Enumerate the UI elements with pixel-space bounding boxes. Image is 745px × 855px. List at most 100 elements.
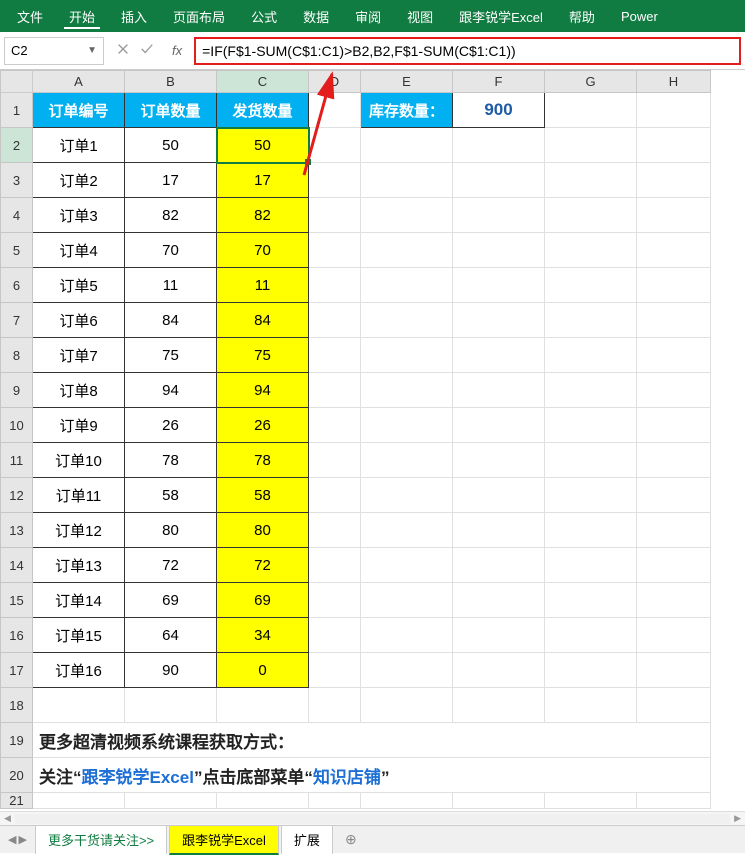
cell-H18[interactable]	[637, 688, 711, 723]
cell-E11[interactable]	[361, 443, 453, 478]
cell-H2[interactable]	[637, 128, 711, 163]
cell-G11[interactable]	[545, 443, 637, 478]
cell-B16[interactable]: 64	[125, 618, 217, 653]
cell-F7[interactable]	[453, 303, 545, 338]
row-header-8[interactable]: 8	[1, 338, 33, 373]
cell-G3[interactable]	[545, 163, 637, 198]
cell-B3[interactable]: 17	[125, 163, 217, 198]
cell-B10[interactable]: 26	[125, 408, 217, 443]
cell-D7[interactable]	[309, 303, 361, 338]
cell-D6[interactable]	[309, 268, 361, 303]
cell-C17[interactable]: 0	[217, 653, 309, 688]
sheet-tab-0[interactable]: 更多干货请关注>>	[35, 825, 167, 854]
add-sheet-icon[interactable]: ⊕	[335, 831, 367, 848]
cell-C4[interactable]: 82	[217, 198, 309, 233]
cell-C7[interactable]: 84	[217, 303, 309, 338]
column-header-A[interactable]: A	[33, 71, 125, 93]
cell-E4[interactable]	[361, 198, 453, 233]
scroll-right-icon[interactable]: ▶	[730, 813, 745, 824]
cell-G10[interactable]	[545, 408, 637, 443]
cell-F12[interactable]	[453, 478, 545, 513]
row-header-18[interactable]: 18	[1, 688, 33, 723]
cell-H1[interactable]	[637, 93, 711, 128]
name-box[interactable]: C2 ▼	[4, 37, 104, 65]
cell-E2[interactable]	[361, 128, 453, 163]
cell-E17[interactable]	[361, 653, 453, 688]
cell-F2[interactable]	[453, 128, 545, 163]
cell-E18[interactable]	[361, 688, 453, 723]
cell-H6[interactable]	[637, 268, 711, 303]
row-header-11[interactable]: 11	[1, 443, 33, 478]
cell-C15[interactable]: 69	[217, 583, 309, 618]
cell-E6[interactable]	[361, 268, 453, 303]
ribbon-tab-7[interactable]: 视图	[394, 1, 446, 32]
cell-F15[interactable]	[453, 583, 545, 618]
cell-B13[interactable]: 80	[125, 513, 217, 548]
cell-E15[interactable]	[361, 583, 453, 618]
cell-D18[interactable]	[309, 688, 361, 723]
cell-A3[interactable]: 订单2	[33, 163, 125, 198]
cell-A5[interactable]: 订单4	[33, 233, 125, 268]
cell-A4[interactable]: 订单3	[33, 198, 125, 233]
nav-first-icon[interactable]: ◀	[8, 833, 16, 846]
cell-G6[interactable]	[545, 268, 637, 303]
cell-B21[interactable]	[125, 793, 217, 809]
cell-A14[interactable]: 订单13	[33, 548, 125, 583]
cell-E14[interactable]	[361, 548, 453, 583]
cell-H10[interactable]	[637, 408, 711, 443]
cell-C9[interactable]: 94	[217, 373, 309, 408]
cell-D13[interactable]	[309, 513, 361, 548]
ribbon-tab-8[interactable]: 跟李锐学Excel	[446, 1, 556, 32]
cell-D17[interactable]	[309, 653, 361, 688]
cell-H16[interactable]	[637, 618, 711, 653]
row-header-17[interactable]: 17	[1, 653, 33, 688]
ribbon-tab-9[interactable]: 帮助	[556, 1, 608, 32]
cell-B4[interactable]: 82	[125, 198, 217, 233]
cell-H15[interactable]	[637, 583, 711, 618]
cell-H9[interactable]	[637, 373, 711, 408]
cell-D15[interactable]	[309, 583, 361, 618]
scrollbar-track[interactable]	[15, 814, 730, 824]
cell-H3[interactable]	[637, 163, 711, 198]
cell-E7[interactable]	[361, 303, 453, 338]
cell-C5[interactable]: 70	[217, 233, 309, 268]
cell-G9[interactable]	[545, 373, 637, 408]
sheet-tab-2[interactable]: 扩展	[281, 825, 333, 854]
cell-G4[interactable]	[545, 198, 637, 233]
cell-D10[interactable]	[309, 408, 361, 443]
nav-last-icon[interactable]: ▶	[18, 833, 26, 846]
cell-F10[interactable]	[453, 408, 545, 443]
cell-B6[interactable]: 11	[125, 268, 217, 303]
cell-D4[interactable]	[309, 198, 361, 233]
chevron-down-icon[interactable]: ▼	[87, 45, 97, 56]
column-header-E[interactable]: E	[361, 71, 453, 93]
column-header-B[interactable]: B	[125, 71, 217, 93]
cell-D2[interactable]	[309, 128, 361, 163]
cell-G15[interactable]	[545, 583, 637, 618]
cell-G5[interactable]	[545, 233, 637, 268]
cell-D21[interactable]	[309, 793, 361, 809]
cell-E1[interactable]: 库存数量：	[361, 93, 453, 128]
cell-F17[interactable]	[453, 653, 545, 688]
cell-C1[interactable]: 发货数量	[217, 93, 309, 128]
cell-E16[interactable]	[361, 618, 453, 653]
cell-F6[interactable]	[453, 268, 545, 303]
cell-E21[interactable]	[361, 793, 453, 809]
cell-H11[interactable]	[637, 443, 711, 478]
cell-A12[interactable]: 订单11	[33, 478, 125, 513]
cell-F16[interactable]	[453, 618, 545, 653]
ribbon-tab-3[interactable]: 页面布局	[160, 1, 238, 32]
row-header-12[interactable]: 12	[1, 478, 33, 513]
cell-C12[interactable]: 58	[217, 478, 309, 513]
cell-D11[interactable]	[309, 443, 361, 478]
cell-A2[interactable]: 订单1	[33, 128, 125, 163]
cell-G12[interactable]	[545, 478, 637, 513]
cell-F21[interactable]	[453, 793, 545, 809]
cell-F14[interactable]	[453, 548, 545, 583]
cell-D16[interactable]	[309, 618, 361, 653]
ribbon-tab-0[interactable]: 文件	[4, 1, 56, 32]
cell-E10[interactable]	[361, 408, 453, 443]
cell-F9[interactable]	[453, 373, 545, 408]
cell-G7[interactable]	[545, 303, 637, 338]
cell-H14[interactable]	[637, 548, 711, 583]
